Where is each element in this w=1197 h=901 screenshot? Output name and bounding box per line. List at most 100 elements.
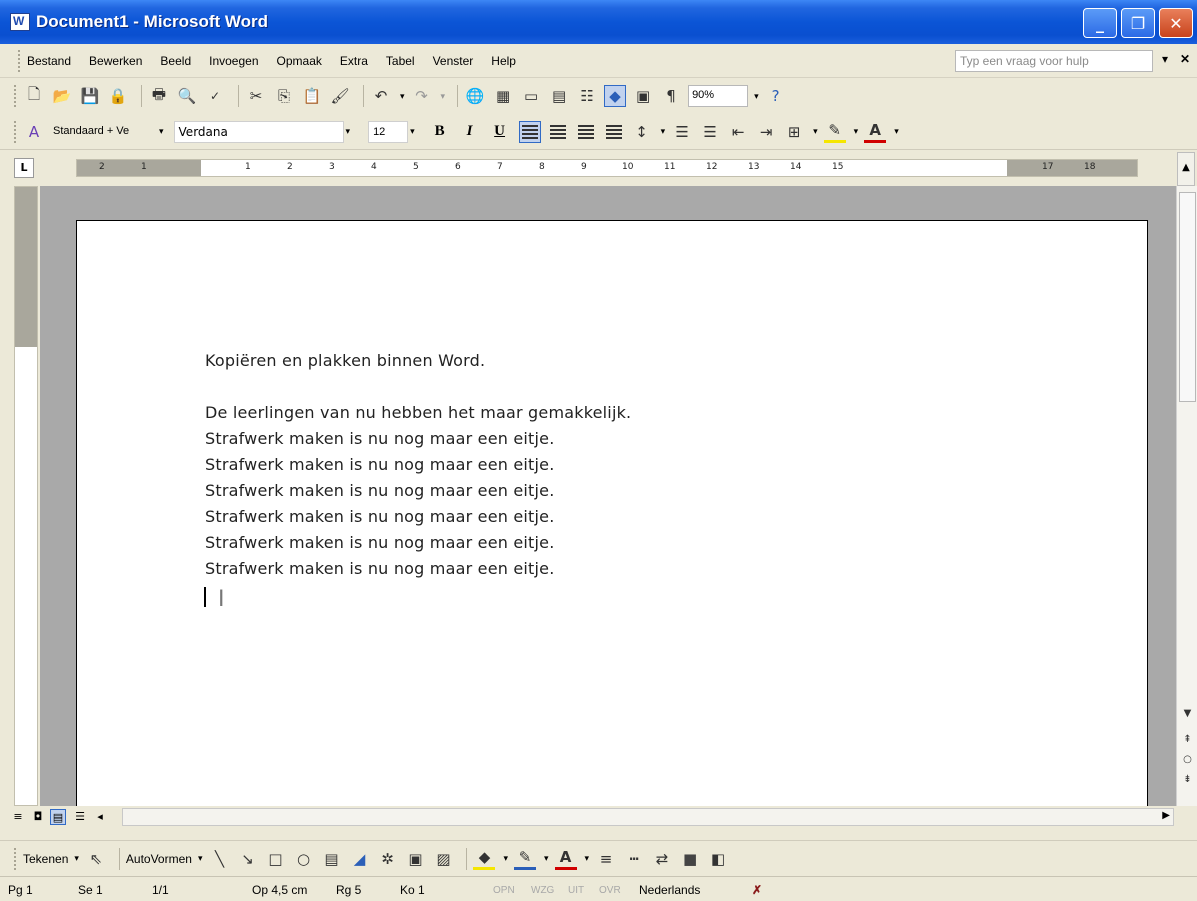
oval-icon[interactable]: ○ [292, 848, 314, 870]
zoom-select[interactable]: 90% [688, 85, 749, 107]
close-document-icon[interactable]: ✕ [1180, 52, 1190, 66]
draw-dropdown-icon[interactable]: ▾ [74, 853, 79, 864]
align-left-icon[interactable] [518, 120, 541, 143]
bold-button[interactable]: B [429, 123, 451, 140]
copy-icon[interactable]: ⎘ [273, 85, 295, 107]
font-dropdown-icon[interactable]: ▾ [346, 126, 351, 137]
status-record[interactable]: OPN [493, 885, 515, 896]
horizontal-scrollbar[interactable]: ▶ [122, 808, 1174, 826]
minimize-button[interactable]: _ [1083, 8, 1117, 38]
insert-table-icon[interactable]: ▭ [520, 85, 542, 107]
zoom-dropdown-icon[interactable]: ▾ [754, 91, 759, 102]
fill-dropdown-icon[interactable]: ▾ [503, 853, 508, 864]
select-objects-icon[interactable]: ⇖ [85, 848, 107, 870]
columns-icon[interactable]: ☷ [576, 85, 598, 107]
document-map-icon[interactable]: ▣ [632, 85, 654, 107]
close-button[interactable]: ✕ [1159, 8, 1193, 38]
outline-view-icon[interactable]: ☰ [72, 809, 88, 825]
normal-view-icon[interactable]: ≡ [10, 809, 26, 825]
status-overtype[interactable]: OVR [599, 885, 621, 896]
vertical-ruler[interactable] [14, 186, 38, 806]
scroll-right-icon[interactable]: ▶ [1162, 810, 1170, 821]
line-color-dropdown-icon[interactable]: ▾ [544, 853, 549, 864]
browse-object-icon[interactable]: ○ [1179, 754, 1196, 770]
menu-bewerken[interactable]: Bewerken [89, 54, 142, 68]
line-color-icon[interactable]: ✎ [514, 848, 537, 870]
toolbar-grip[interactable] [14, 85, 17, 107]
font-select[interactable]: Verdana [173, 120, 344, 143]
save-icon[interactable]: 💾 [79, 85, 101, 107]
border-dropdown-icon[interactable]: ▾ [813, 126, 818, 137]
draw-font-color-dropdown-icon[interactable]: ▾ [585, 853, 590, 864]
spelling-icon[interactable]: ✓ [204, 85, 226, 107]
help-search-input[interactable]: Typ een vraag voor hulp [955, 50, 1153, 72]
font-color-dropdown-icon[interactable]: ▾ [894, 126, 899, 137]
line-spacing-icon[interactable]: ↕ [631, 121, 653, 143]
help-dropdown-icon[interactable]: ▾ [1162, 52, 1168, 66]
open-folder-icon[interactable]: 📂 [51, 85, 73, 107]
insert-excel-icon[interactable]: ▤ [548, 85, 570, 107]
horizontal-ruler[interactable]: 2 1 1 2 3 4 5 6 7 8 9 10 11 12 13 14 15 … [76, 159, 1138, 177]
justify-icon[interactable] [603, 121, 625, 143]
drawing-icon[interactable]: ◆ [604, 85, 627, 107]
print-preview-icon[interactable]: 🔍 [176, 85, 198, 107]
new-document-icon[interactable]: 🗋 [23, 85, 45, 107]
font-color-icon[interactable]: A [864, 121, 887, 143]
menu-bestand[interactable]: Bestand [27, 54, 71, 68]
rectangle-icon[interactable]: □ [264, 848, 286, 870]
wordart-icon[interactable]: ◢ [348, 848, 370, 870]
fill-color-icon[interactable]: ◆ [473, 848, 496, 870]
word-app-icon[interactable] [10, 13, 30, 31]
maximize-button[interactable]: ❐ [1121, 8, 1155, 38]
format-painter-icon[interactable]: 🖌 [329, 85, 351, 107]
italic-button[interactable]: I [459, 123, 481, 140]
web-view-icon[interactable]: ◘ [30, 809, 46, 825]
shadow-icon[interactable]: ■ [679, 848, 701, 870]
tab-selector[interactable]: L [14, 158, 34, 178]
redo-dropdown-icon[interactable]: ▾ [441, 91, 446, 102]
paste-icon[interactable]: 📋 [301, 85, 323, 107]
spelling-status-icon[interactable]: ✗ [752, 883, 762, 897]
line-spacing-dropdown-icon[interactable]: ▾ [661, 126, 666, 137]
print-icon[interactable]: 🖶 [148, 85, 170, 107]
decrease-indent-icon[interactable]: ⇤ [727, 121, 749, 143]
arrow-style-icon[interactable]: ⇄ [651, 848, 673, 870]
highlight-icon[interactable]: ✎ [823, 121, 846, 143]
align-right-icon[interactable] [575, 121, 597, 143]
print-layout-view-icon[interactable]: ▤ [50, 809, 66, 825]
increase-indent-icon[interactable]: ⇥ [755, 121, 777, 143]
numbering-icon[interactable]: ☰ [671, 121, 693, 143]
menu-invoegen[interactable]: Invoegen [209, 54, 258, 68]
size-dropdown-icon[interactable]: ▾ [410, 126, 415, 137]
menu-grip[interactable] [18, 49, 21, 72]
undo-icon[interactable]: ↶ [370, 85, 392, 107]
redo-icon[interactable]: ↷ [411, 85, 433, 107]
menu-venster[interactable]: Venster [433, 54, 474, 68]
draw-font-color-icon[interactable]: A [554, 848, 577, 870]
permission-icon[interactable]: 🔒 [107, 85, 129, 107]
toolbar-grip[interactable] [14, 847, 17, 870]
line-icon[interactable]: ╲ [208, 848, 230, 870]
vertical-scrollbar[interactable]: ▼ ⇞ ○ ⇟ [1176, 186, 1197, 806]
line-style-icon[interactable]: ≡ [595, 848, 617, 870]
style-select[interactable]: Standaard + Ve [51, 121, 157, 143]
clip-art-icon[interactable]: ▣ [404, 848, 426, 870]
3d-icon[interactable]: ◧ [707, 848, 729, 870]
autoshapes-dropdown-icon[interactable]: ▾ [198, 853, 203, 864]
status-language[interactable]: Nederlands [639, 883, 700, 897]
tables-borders-icon[interactable]: ▦ [492, 85, 514, 107]
scroll-up-icon[interactable]: ▲ [1177, 152, 1195, 186]
show-hide-icon[interactable]: ¶ [660, 85, 682, 107]
arrow-icon[interactable]: ↘ [236, 848, 258, 870]
align-center-icon[interactable] [547, 121, 569, 143]
scroll-down-icon[interactable]: ▼ [1179, 708, 1196, 724]
document-page[interactable]: Kopiëren en plakken binnen Word. De leer… [76, 220, 1148, 806]
text-box-icon[interactable]: ▤ [320, 848, 342, 870]
menu-extra[interactable]: Extra [340, 54, 368, 68]
menu-tabel[interactable]: Tabel [386, 54, 415, 68]
status-track-changes[interactable]: WZG [531, 885, 554, 896]
undo-dropdown-icon[interactable]: ▾ [400, 91, 405, 102]
picture-icon[interactable]: ▨ [432, 848, 454, 870]
border-icon[interactable]: ⊞ [783, 121, 805, 143]
style-dropdown-icon[interactable]: ▾ [159, 126, 164, 137]
